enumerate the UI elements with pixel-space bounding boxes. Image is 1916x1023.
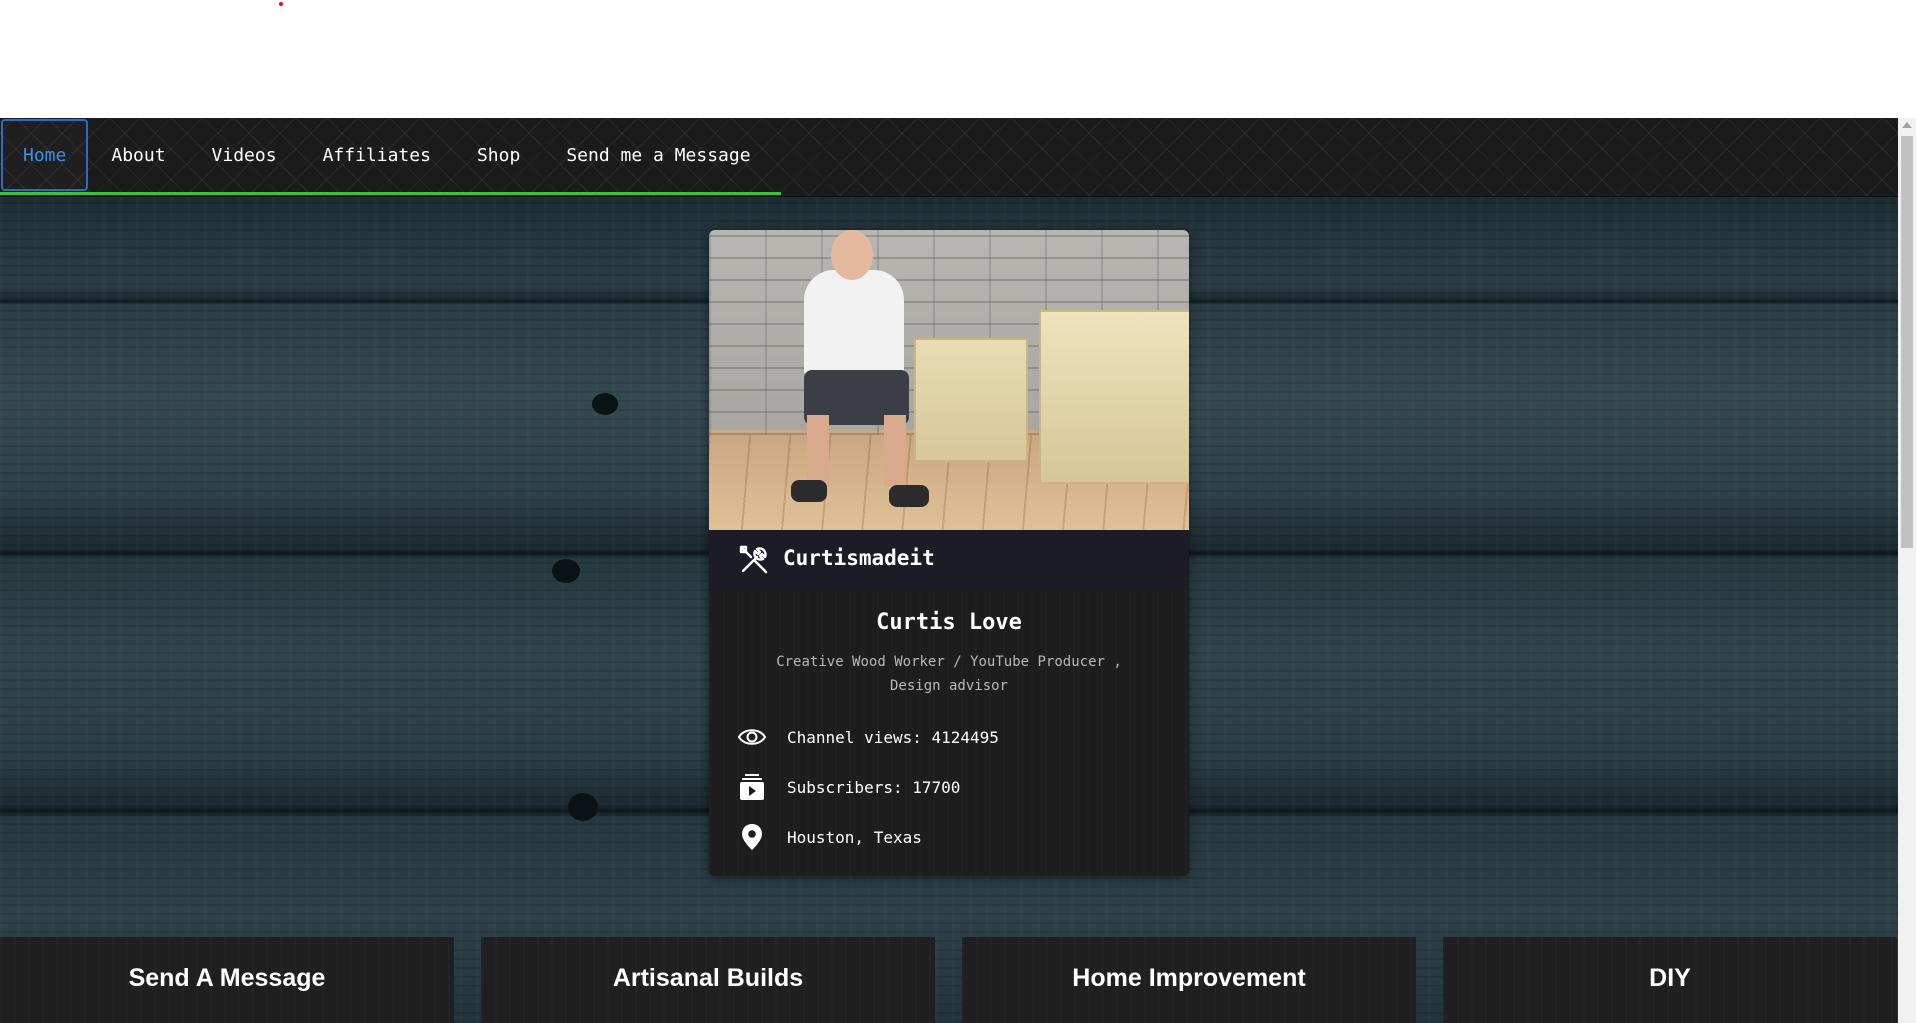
person-shoe [889, 485, 929, 507]
location-pin-icon [737, 822, 767, 852]
eye-icon [737, 722, 767, 752]
stat-text: Channel views: 4124495 [787, 727, 999, 747]
scroll-thumb[interactable] [1901, 136, 1913, 548]
nav-menu: Home About Videos Affiliates Shop Send m… [0, 118, 781, 195]
person-head [831, 230, 873, 280]
feature-card-diy[interactable]: DIY [1443, 937, 1897, 1023]
main-navbar: Home About Videos Affiliates Shop Send m… [0, 118, 1898, 197]
wood-knot [568, 793, 598, 821]
tools-icon [739, 545, 768, 574]
subscriptions-icon [737, 772, 767, 802]
stat-channel-views: Channel views: 4124495 [737, 722, 999, 752]
profile-role: Creative Wood Worker / YouTube Producer … [776, 654, 1122, 694]
feature-card-send-message[interactable]: Send A Message [0, 937, 454, 1023]
nav-item-shop[interactable]: Shop [454, 118, 543, 192]
stat-text: Subscribers: 17700 [787, 777, 961, 797]
nav-item-home[interactable]: Home [1, 119, 89, 191]
person-leg [807, 415, 829, 485]
channel-name: Curtismadeit [783, 546, 935, 570]
profile-details: Curtis Love Creative Wood Worker / YouTu… [709, 590, 1189, 876]
profile-name: Curtis Love [876, 610, 1022, 635]
person-shirt [804, 270, 904, 380]
profile-card: Curtismadeit Curtis Love Creative Wood W… [709, 230, 1189, 876]
stat-subscribers: Subscribers: 17700 [737, 772, 960, 802]
nav-item-affiliates[interactable]: Affiliates [300, 118, 454, 192]
person-leg [884, 415, 906, 485]
page-header-blank [0, 0, 1898, 118]
wood-knot [592, 393, 618, 415]
wooden-chair [1039, 310, 1189, 484]
brand-bar: Curtismadeit [709, 530, 1189, 590]
wood-knot [552, 559, 580, 583]
stat-text: Houston, Texas [787, 827, 922, 847]
scroll-up-arrow-icon[interactable] [1902, 122, 1912, 128]
page-scrollbar[interactable] [1898, 118, 1916, 1023]
feature-card-home-improvement[interactable]: Home Improvement [962, 937, 1416, 1023]
nav-item-videos[interactable]: Videos [189, 118, 300, 192]
profile-photo [709, 230, 1189, 530]
side-table [914, 338, 1028, 462]
person-shoe [791, 480, 827, 502]
stat-location: Houston, Texas [737, 822, 922, 852]
loading-dot [279, 2, 283, 6]
feature-card-artisanal-builds[interactable]: Artisanal Builds [481, 937, 935, 1023]
nav-item-about[interactable]: About [88, 118, 188, 192]
nav-item-send-message[interactable]: Send me a Message [543, 118, 773, 192]
